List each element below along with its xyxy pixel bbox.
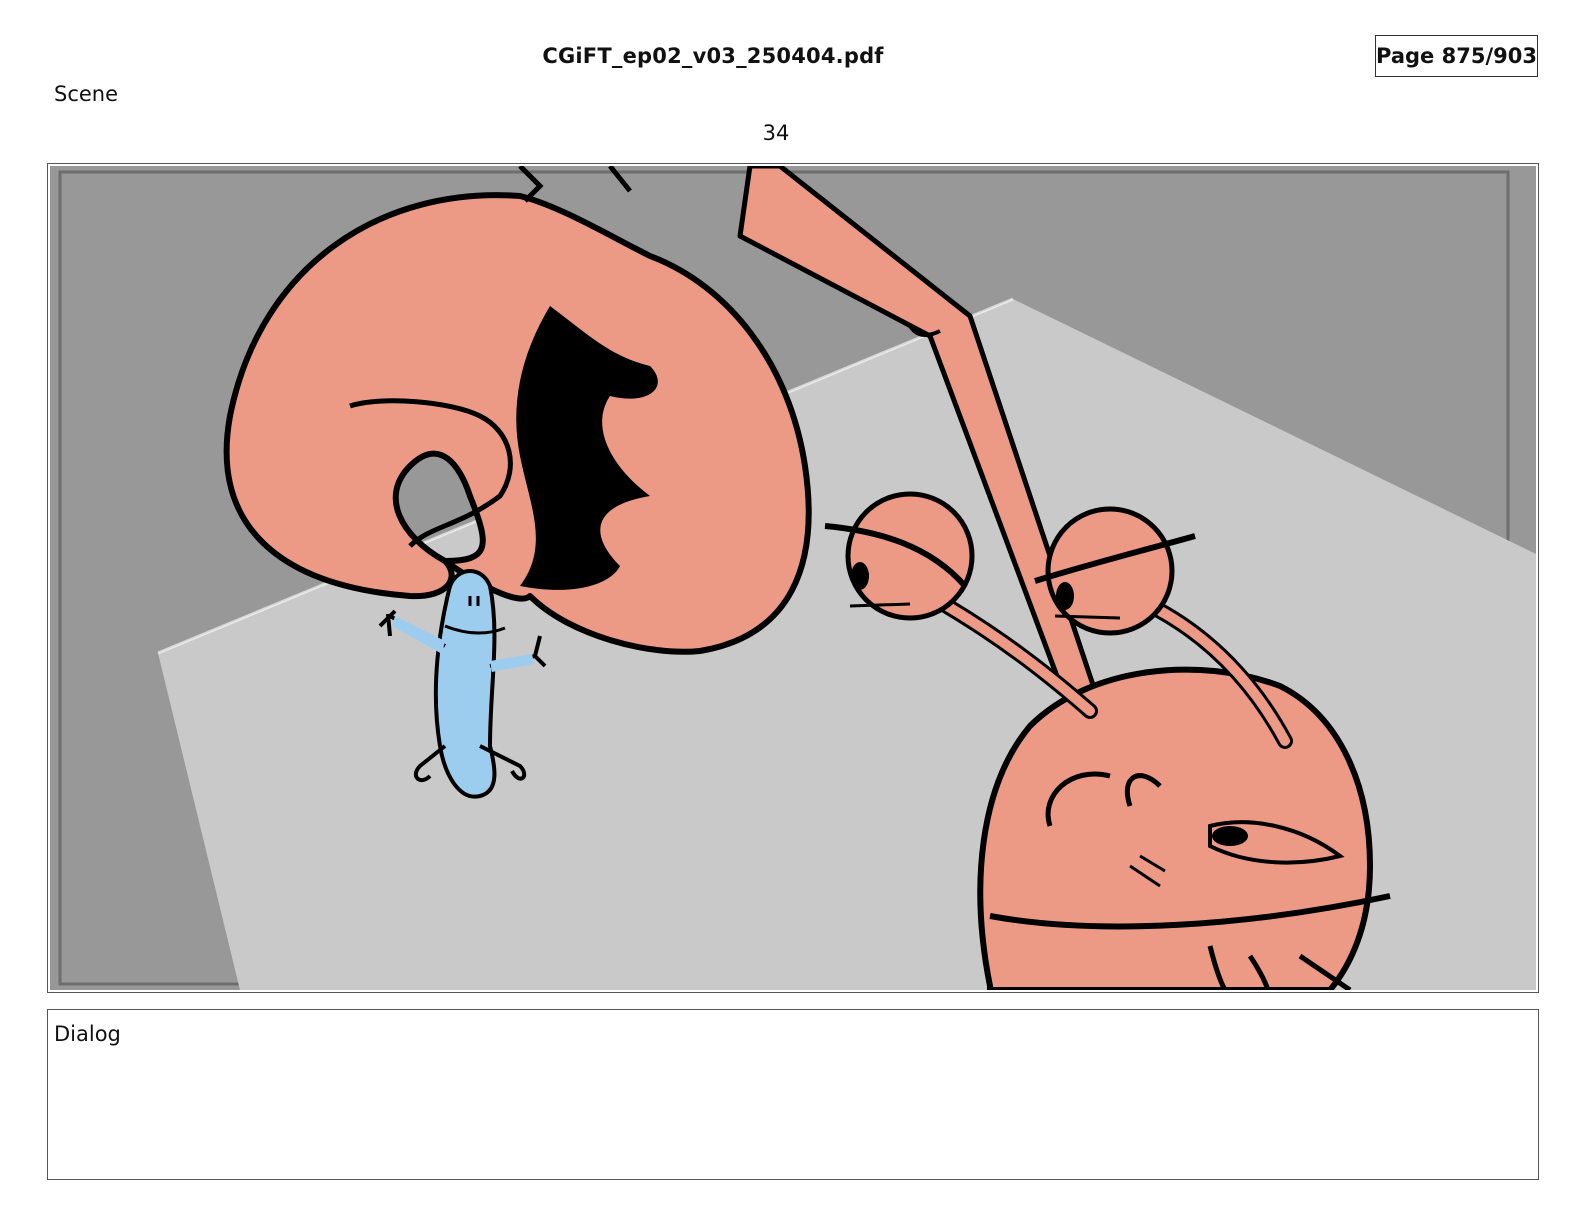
fish-body — [433, 569, 497, 799]
page-indicator: Page 875/903 — [1375, 35, 1538, 77]
dialog-box: Dialog — [47, 1009, 1539, 1180]
storyboard-drawing — [50, 166, 1536, 990]
crab-right-pupil — [1056, 582, 1074, 610]
scene-number: 34 — [762, 121, 790, 145]
crab-right-eye-lines — [1054, 614, 1121, 620]
crab-side-pupil — [1212, 826, 1248, 846]
crab-left-eye — [845, 491, 975, 621]
storyboard-panel — [47, 163, 1539, 993]
dialog-label: Dialog — [54, 1022, 121, 1046]
crab-head — [977, 666, 1373, 990]
document-title: CGiFT_ep02_v03_250404.pdf — [542, 44, 884, 68]
crab-left-pupil — [851, 562, 869, 590]
scene-label: Scene — [54, 82, 119, 106]
crab-left-eye-lines — [849, 602, 911, 608]
